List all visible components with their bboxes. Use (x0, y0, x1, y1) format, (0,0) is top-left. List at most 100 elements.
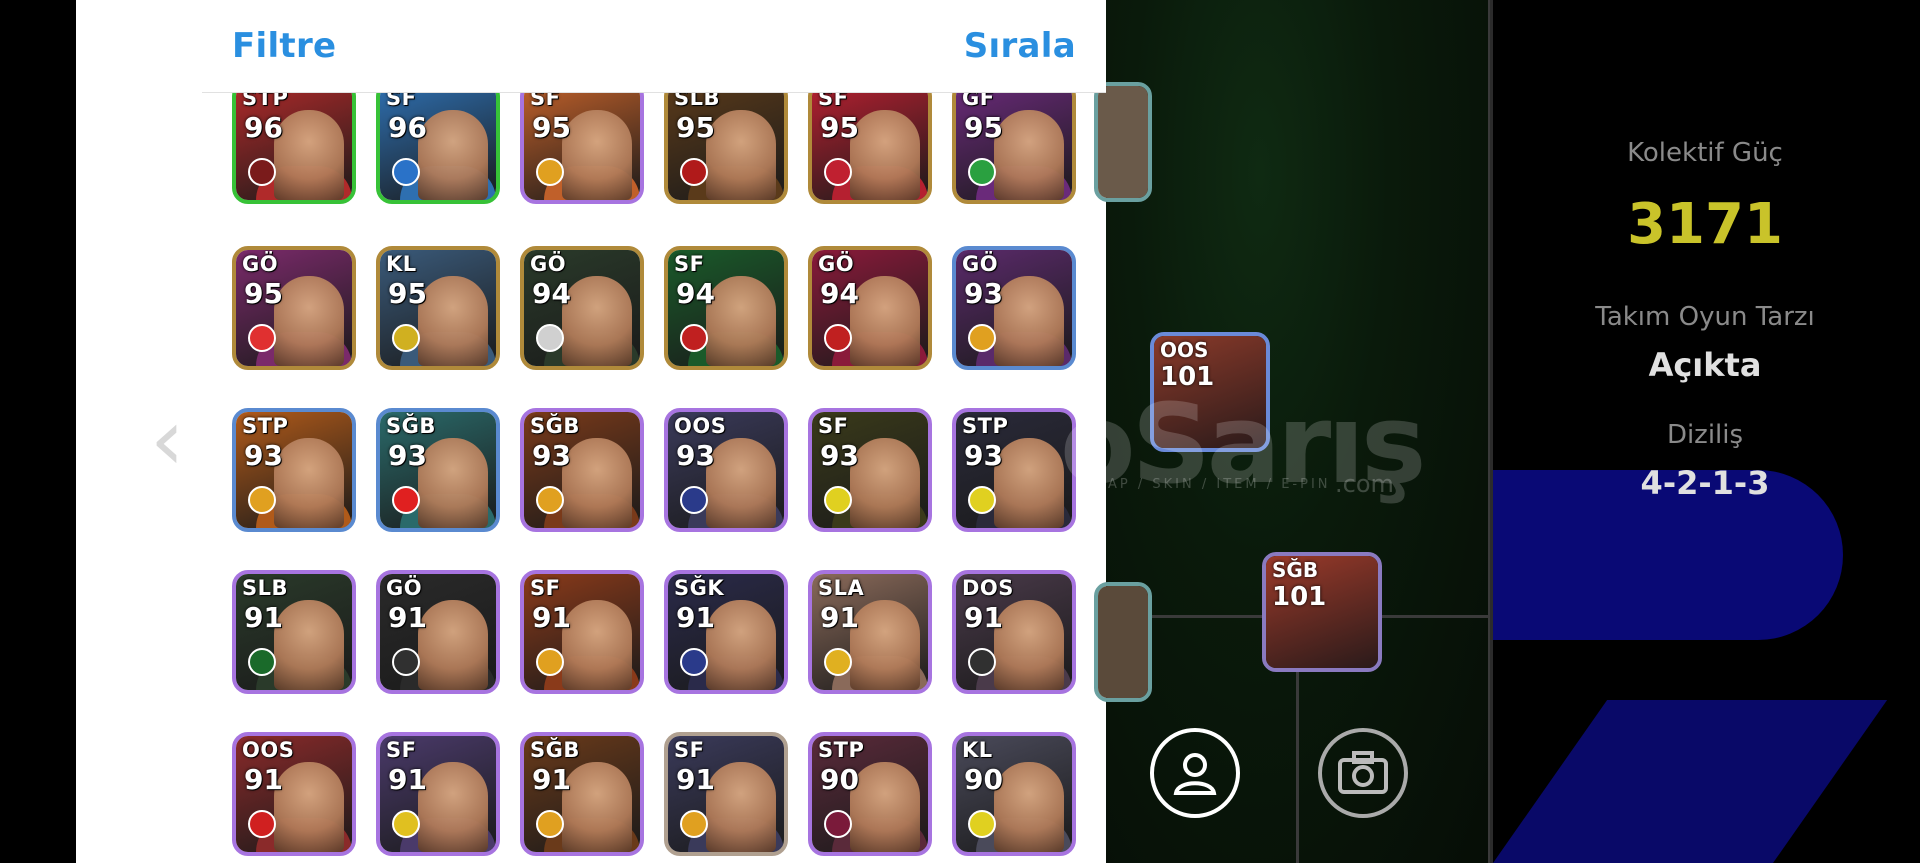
club-badge-icon (248, 648, 276, 676)
club-badge-icon (824, 324, 852, 352)
player-card[interactable]: STP 93 (232, 408, 356, 532)
player-portrait (418, 110, 488, 200)
player-position: GÖ (386, 576, 423, 600)
player-rating: 95 (820, 111, 859, 144)
player-portrait (274, 762, 344, 852)
player-portrait (418, 762, 488, 852)
player-rating: 93 (676, 439, 715, 472)
team-info-panel: Kolektif Güç 3171 Takım Oyun Tarzı Açıkt… (1490, 0, 1920, 863)
club-badge-icon (680, 324, 708, 352)
player-rating: 90 (820, 763, 859, 796)
player-portrait (706, 110, 776, 200)
player-card[interactable]: SF 91 (376, 732, 500, 856)
player-portrait (706, 762, 776, 852)
club-badge-icon (680, 810, 708, 838)
club-badge-icon (392, 486, 420, 514)
player-position: KL (962, 738, 993, 762)
player-portrait (706, 600, 776, 690)
player-card[interactable]: KL 95 (376, 246, 500, 370)
club-badge-icon (680, 648, 708, 676)
person-icon (1173, 753, 1217, 795)
player-card[interactable]: STP 96 (232, 80, 356, 204)
chevron-left-icon[interactable]: ‹ (150, 397, 194, 483)
pitch-player-card[interactable]: SĞB 101 (1262, 552, 1382, 672)
player-portrait (562, 762, 632, 852)
left-black-bar (0, 0, 76, 863)
player-portrait (850, 110, 920, 200)
player-card[interactable]: GÖ 94 (808, 246, 932, 370)
player-portrait (418, 600, 488, 690)
player-card[interactable]: SLA 91 (808, 570, 932, 694)
player-card[interactable]: SF 93 (808, 408, 932, 532)
collective-power-label: Kolektif Güç (1627, 138, 1783, 168)
player-rating: 93 (532, 439, 571, 472)
player-rating: 91 (532, 763, 571, 796)
player-card[interactable]: GÖ 94 (520, 246, 644, 370)
club-badge-icon (392, 648, 420, 676)
player-rating: 91 (532, 601, 571, 634)
club-badge-icon (824, 648, 852, 676)
player-card[interactable]: OOS 91 (232, 732, 356, 856)
player-position: OOS (242, 738, 295, 762)
camera-button[interactable] (1318, 728, 1408, 818)
player-card[interactable]: GÖ 91 (376, 570, 500, 694)
player-rating: 93 (964, 277, 1003, 310)
formation-label: Diziliş (1666, 420, 1744, 450)
player-card[interactable]: DOS 91 (952, 570, 1076, 694)
player-card[interactable]: SĞK 91 (664, 570, 788, 694)
player-card[interactable]: KL 90 (952, 732, 1076, 856)
player-portrait (418, 276, 488, 366)
player-card[interactable]: SF 94 (664, 246, 788, 370)
club-badge-icon (536, 486, 564, 514)
player-rating: 95 (676, 111, 715, 144)
watermark-subtitle: AP / SKIN / ITEM / E-PIN (1108, 477, 1331, 492)
club-badge-icon (680, 158, 708, 186)
filter-button[interactable]: Filtre (232, 26, 336, 66)
player-card[interactable]: SF 91 (520, 570, 644, 694)
player-portrait (562, 438, 632, 528)
player-position: SF (386, 738, 417, 762)
player-card[interactable]: STP 90 (808, 732, 932, 856)
player-card[interactable]: SLB 91 (232, 570, 356, 694)
club-badge-icon (824, 158, 852, 186)
player-rating: 91 (388, 601, 427, 634)
player-rating: 91 (244, 601, 283, 634)
club-badge-icon (680, 486, 708, 514)
player-portrait (562, 276, 632, 366)
club-badge-icon (968, 486, 996, 514)
formation-value: 4-2-1-3 (1640, 464, 1770, 502)
club-badge-icon (968, 648, 996, 676)
player-position: GÖ (530, 252, 567, 276)
player-card[interactable]: SLB 95 (664, 80, 788, 204)
profile-button[interactable] (1150, 728, 1240, 818)
camera-icon (1338, 751, 1388, 794)
player-rating: 94 (820, 277, 859, 310)
player-card[interactable]: OOS 93 (664, 408, 788, 532)
player-rating: 90 (964, 763, 1003, 796)
player-rating: 95 (244, 277, 283, 310)
player-portrait (274, 600, 344, 690)
pitch-player-card-partial[interactable] (1094, 582, 1152, 702)
player-card[interactable]: SF 91 (664, 732, 788, 856)
player-position: SĞB (1272, 558, 1319, 582)
decorative-shape (1493, 700, 1888, 863)
pitch-player-card-partial[interactable] (1094, 82, 1152, 202)
club-badge-icon (536, 158, 564, 186)
player-card[interactable]: GÖ 95 (232, 246, 356, 370)
player-card[interactable]: GÖ 93 (952, 246, 1076, 370)
player-portrait (850, 762, 920, 852)
player-card[interactable]: SĞB 93 (520, 408, 644, 532)
player-card[interactable]: SF 96 (376, 80, 500, 204)
player-card[interactable]: SF 95 (808, 80, 932, 204)
player-card[interactable]: STP 93 (952, 408, 1076, 532)
player-card[interactable]: SĞB 91 (520, 732, 644, 856)
player-rating: 101 (1272, 582, 1327, 612)
player-position: SLA (818, 576, 865, 600)
player-card[interactable]: GF 95 (952, 80, 1076, 204)
player-card[interactable]: SĞB 93 (376, 408, 500, 532)
sort-button[interactable]: Sırala (964, 26, 1076, 66)
player-rating: 91 (820, 601, 859, 634)
player-card[interactable]: SF 95 (520, 80, 644, 204)
player-portrait (274, 110, 344, 200)
club-badge-icon (824, 810, 852, 838)
